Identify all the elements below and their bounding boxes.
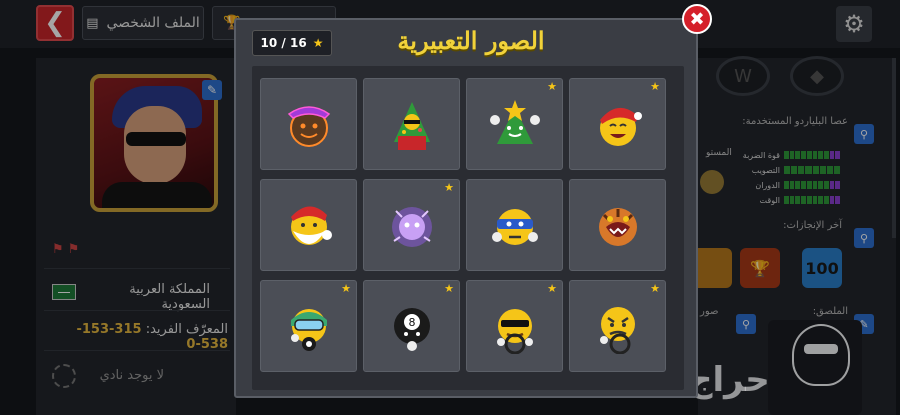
star-icon: ★ bbox=[547, 80, 557, 93]
emote-tile[interactable]: ★ bbox=[466, 78, 563, 170]
emote-counter: 10 / 16 ★ bbox=[252, 30, 332, 56]
cowboy-neon-emote-icon bbox=[287, 106, 330, 147]
emote-tile[interactable]: ★ bbox=[466, 280, 563, 372]
emote-tile[interactable] bbox=[363, 78, 460, 170]
close-button[interactable]: ✖ bbox=[682, 4, 712, 34]
star-icon: ★ bbox=[547, 282, 557, 295]
emote-count-text: 10 / 16 bbox=[260, 36, 307, 50]
emote-grid-container: ★ ★ ★ ★ 8 ★ ★ ★ bbox=[252, 66, 684, 390]
purple-ghost-emote-icon bbox=[391, 207, 432, 247]
star-icon: ★ bbox=[444, 181, 454, 194]
star-icon: ★ bbox=[341, 282, 351, 295]
emote-tile[interactable]: ★ bbox=[569, 280, 666, 372]
tiger-roar-emote-icon bbox=[598, 208, 637, 246]
emote-tile[interactable] bbox=[260, 78, 357, 170]
haraj-logo-icon bbox=[792, 324, 850, 386]
emote-tile[interactable] bbox=[260, 179, 357, 271]
emote-tile[interactable]: ★ bbox=[260, 280, 357, 372]
christmas-tree-gift-emote-icon bbox=[393, 102, 430, 150]
star-icon: ★ bbox=[650, 80, 660, 93]
emote-tile[interactable]: ★ bbox=[569, 78, 666, 170]
christmas-tree-peace-emote-icon bbox=[489, 100, 540, 144]
star-icon: ★ bbox=[312, 36, 324, 50]
emote-tile[interactable] bbox=[569, 179, 666, 271]
driver-steering-emote-icon bbox=[599, 307, 635, 354]
santa-laughing-emote-icon bbox=[599, 107, 642, 146]
star-icon: ★ bbox=[650, 282, 660, 295]
masked-angry-emote-icon bbox=[491, 209, 538, 245]
svg-text:8: 8 bbox=[408, 316, 415, 329]
modal-title: الصور التعبيرية bbox=[397, 26, 545, 55]
close-icon: ✖ bbox=[689, 8, 705, 30]
santa-beard-emote-icon bbox=[290, 206, 332, 245]
emote-grid: ★ ★ ★ ★ 8 ★ ★ ★ bbox=[260, 78, 668, 372]
eight-ball-emote-icon: 8 bbox=[393, 308, 430, 351]
star-icon: ★ bbox=[444, 282, 454, 295]
emotes-modal: 10 / 16 ★ الصور التعبيرية ★ ★ ★ ★ 8 ★ ★ ★ bbox=[234, 18, 698, 398]
sunglasses-driver-emote-icon bbox=[496, 309, 533, 354]
emote-tile[interactable] bbox=[466, 179, 563, 271]
emote-tile[interactable]: 8 ★ bbox=[363, 280, 460, 372]
emote-tile[interactable]: ★ bbox=[363, 179, 460, 271]
diver-emote-icon bbox=[290, 309, 327, 351]
haraj-watermark: حراج bbox=[688, 360, 770, 400]
